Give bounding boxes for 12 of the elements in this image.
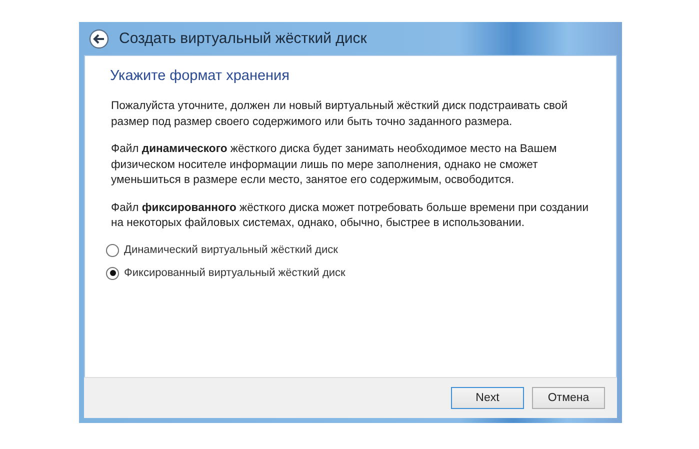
window-title: Создать виртуальный жёсткий диск	[119, 30, 367, 47]
next-button[interactable]: Next	[451, 387, 524, 409]
description-text: Пожалуйста уточните, должен ли новый виртуальный жёсткий диск подстраивать свой размер под размер своего содержимого или быть точно заданного размера.	[111, 99, 569, 130]
radio-button[interactable]	[106, 266, 119, 280]
radio-label[interactable]: Фиксированный виртуальный жёсткий диск	[124, 267, 346, 279]
back-icon[interactable]	[89, 28, 109, 48]
radio-label[interactable]: Динамический виртуальный жёсткий диск	[124, 244, 338, 256]
cancel-button[interactable]: Отмена	[532, 387, 605, 409]
description-text: Файл фиксированного жёсткого диска может потребовать больше времени при создании на некоторых файловых системах, однако, обычно, быстрее в использовании.	[111, 200, 590, 231]
description-text: Файл динамического жёсткого диска будет занимать необходимое место на Вашем физическом носителе информации лишь по мере заполнения, однако не сможет уменьшиться в размере если место, занятое его содержимым, освободится.	[111, 142, 558, 188]
page-heading: Укажите формат хранения	[110, 68, 291, 84]
radio-button[interactable]	[106, 244, 119, 256]
